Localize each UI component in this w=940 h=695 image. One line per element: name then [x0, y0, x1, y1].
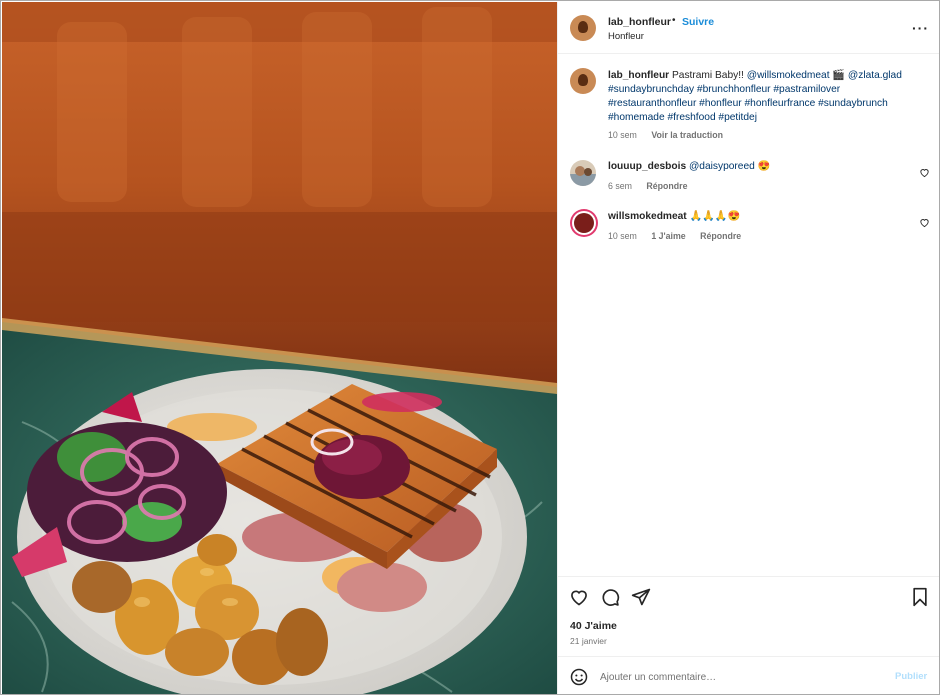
post-actions: 40 J'aime 21 janvier [558, 576, 939, 656]
caption-body: Pastrami Baby!! [671, 70, 744, 81]
post-date[interactable]: 21 janvier [570, 636, 607, 646]
caption-username[interactable]: lab_honfleur [608, 70, 669, 81]
instagram-post-window: lab_honfleur • Suivre Honfleur ··· lab_h… [0, 0, 940, 695]
emoji-icon[interactable] [570, 668, 588, 686]
comment-likes[interactable]: 1 J'aime [651, 231, 685, 241]
separator-dot: • [672, 15, 676, 26]
avatar[interactable] [570, 15, 596, 41]
heart-icon[interactable] [919, 217, 930, 228]
logo-icon [574, 213, 594, 233]
comment-meta: 6 sem Répondre [608, 181, 699, 191]
commenter-avatar[interactable] [570, 160, 596, 186]
post-author-username[interactable]: lab_honfleur [608, 16, 671, 28]
post-location[interactable]: Honfleur [608, 31, 644, 42]
clapper-emoji: 🎬 [832, 70, 846, 81]
heart-icon[interactable] [919, 167, 930, 178]
caption-avatar[interactable] [570, 68, 596, 94]
bookmark-icon[interactable] [910, 587, 930, 607]
avatar-photo-icon [570, 166, 596, 186]
caption-time[interactable]: 10 sem [608, 130, 637, 140]
comments-section[interactable]: lab_honfleur Pastrami Baby!! @willsmoked… [558, 54, 939, 576]
add-comment-bar: Publier [558, 656, 939, 694]
hashtags[interactable]: #sundaybrunchday #brunchhonfleur #pastra… [608, 84, 888, 123]
post-photo[interactable] [2, 2, 557, 694]
translate-link[interactable]: Voir la traduction [651, 130, 723, 140]
comment-username[interactable]: louuup_desbois [608, 161, 686, 172]
comment-username[interactable]: willsmokedmeat [608, 211, 687, 222]
commenter-avatar[interactable] [570, 209, 598, 237]
reply-button[interactable]: Répondre [700, 231, 741, 241]
food-photo-illustration [2, 2, 557, 694]
comment-bubble-icon[interactable] [600, 587, 620, 607]
mention-link[interactable]: @willsmokedmeat [747, 70, 830, 81]
follow-button[interactable]: Suivre [682, 16, 714, 28]
post-side-panel: lab_honfleur • Suivre Honfleur ··· lab_h… [557, 2, 939, 694]
like-count[interactable]: 40 J'aime [570, 620, 617, 632]
mention-link[interactable]: @daisyporeed [689, 161, 755, 172]
share-paper-plane-icon[interactable] [631, 587, 651, 607]
mention-link[interactable]: @zlata.glad [848, 70, 902, 81]
caption-meta: 10 sem Voir la traduction [608, 130, 735, 140]
comment-text: willsmokedmeat 🙏🙏🙏😍 [608, 210, 918, 224]
like-heart-icon[interactable] [569, 587, 589, 607]
post-header: lab_honfleur • Suivre Honfleur ··· [558, 2, 939, 54]
reply-button[interactable]: Répondre [646, 181, 687, 191]
comment-meta: 10 sem 1 J'aime Répondre [608, 231, 753, 241]
comment-text: louuup_desbois @daisyporeed 😍 [608, 160, 918, 174]
comment-time[interactable]: 10 sem [608, 231, 637, 241]
comment-input[interactable] [600, 669, 880, 685]
more-icon[interactable]: ··· [912, 20, 929, 36]
caption-text: lab_honfleur Pastrami Baby!! @willsmoked… [608, 69, 918, 125]
publish-button[interactable]: Publier [895, 671, 927, 682]
heart-eyes-emoji: 😍 [757, 161, 771, 172]
prayer-emoji: 🙏🙏🙏😍 [689, 211, 741, 222]
comment-time[interactable]: 6 sem [608, 181, 632, 191]
